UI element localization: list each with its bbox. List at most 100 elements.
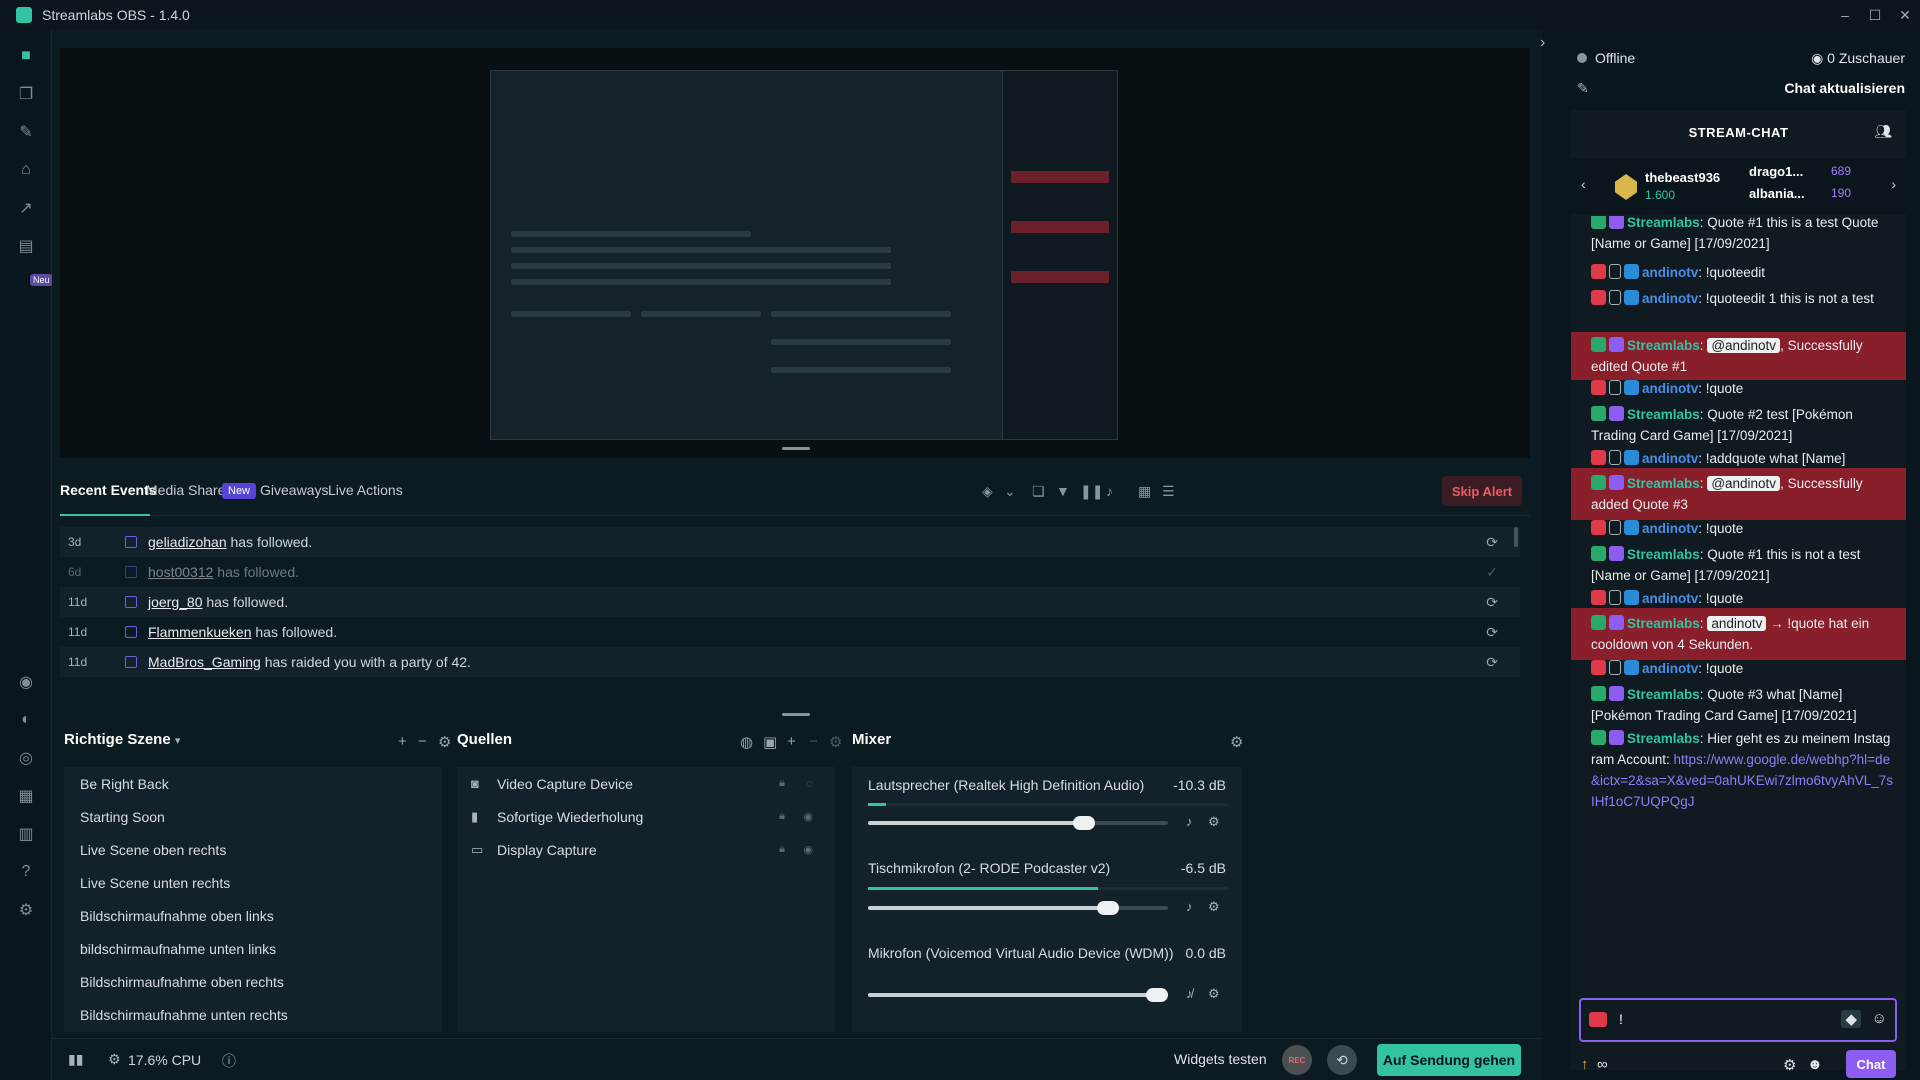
grid-icon[interactable]: ▦: [16, 786, 36, 806]
chat-input-field[interactable]: ! ◆ ☺: [1579, 998, 1897, 1042]
scene-item[interactable]: Starting Soon: [64, 800, 442, 833]
info-icon[interactable]: ⓘ: [222, 1051, 236, 1071]
chat-username[interactable]: Streamlabs: [1627, 731, 1700, 746]
scene-settings-icon[interactable]: ⚙: [438, 733, 451, 751]
volume-slider-knob[interactable]: [1073, 816, 1095, 830]
chevron-down-icon[interactable]: ⌄: [1004, 483, 1016, 500]
chat-username[interactable]: Streamlabs: [1627, 616, 1700, 631]
replay-buffer-button[interactable]: ⟲: [1327, 1045, 1357, 1075]
mixer-settings-icon[interactable]: ⚙: [1230, 733, 1243, 751]
source-settings-icon[interactable]: ⚙: [829, 733, 842, 751]
chat-mention[interactable]: @andinotv: [1707, 476, 1781, 491]
grid-view-icon[interactable]: ▦: [1138, 483, 1151, 500]
source-item[interactable]: ◙ Video Capture Device 🔒︎ ◌: [457, 767, 835, 800]
add-scene-icon[interactable]: +: [398, 733, 407, 750]
preview-resize-handle[interactable]: [782, 447, 810, 450]
source-group-icon[interactable]: ◍: [740, 733, 753, 751]
minimize-icon[interactable]: –: [1830, 0, 1860, 30]
scene-item[interactable]: Live Scene unten rechts: [64, 866, 442, 899]
scene-collection-dropdown[interactable]: Richtige Szene ▾: [64, 731, 180, 748]
folder-icon[interactable]: ▣: [763, 733, 777, 751]
dashboard-icon[interactable]: ◐: [16, 710, 36, 730]
cloudbot-diamond-icon[interactable]: ◆: [1841, 1010, 1861, 1028]
chat-username[interactable]: andinotv: [1642, 291, 1698, 306]
event-user-link[interactable]: MadBros_Gaming: [148, 654, 261, 670]
scene-item[interactable]: Bildschirmaufnahme oben rechts: [64, 965, 442, 998]
event-user-link[interactable]: host00312: [148, 564, 213, 580]
scene-item[interactable]: Be Right Back: [64, 767, 442, 800]
channel-settings-icon[interactable]: ⚙: [1208, 986, 1220, 1002]
volume-slider[interactable]: [868, 816, 1168, 830]
visibility-icon[interactable]: ◉: [803, 810, 813, 823]
chat-mention[interactable]: @andinotv: [1707, 338, 1781, 353]
scene-item[interactable]: Bildschirmaufnahme oben links: [64, 899, 442, 932]
volume-slider-knob[interactable]: [1097, 901, 1119, 915]
chat-username[interactable]: andinotv: [1642, 661, 1698, 676]
filter-icon[interactable]: ▼: [1056, 483, 1070, 499]
chat-username[interactable]: Streamlabs: [1627, 687, 1700, 702]
event-user-link[interactable]: geliadizohan: [148, 534, 227, 550]
channel-points-icon[interactable]: ↑: [1581, 1056, 1589, 1073]
analytics-chart-icon[interactable]: ↗: [16, 198, 36, 218]
checkmark-icon[interactable]: ✓: [1486, 564, 1498, 581]
lock-icon[interactable]: 🔒︎: [779, 843, 785, 856]
close-icon[interactable]: ✕: [1890, 0, 1920, 30]
panel-resize-handle[interactable]: [782, 713, 810, 716]
highlighter-icon[interactable]: ▤: [16, 236, 36, 256]
chat-username[interactable]: Streamlabs: [1627, 407, 1700, 422]
lock-icon[interactable]: 🔒︎: [779, 777, 785, 790]
chat-mention[interactable]: andinotv: [1707, 616, 1767, 631]
chevron-right-icon[interactable]: ›: [1891, 176, 1896, 192]
tab-live-actions[interactable]: Live Actions: [328, 482, 403, 498]
chat-username[interactable]: Streamlabs: [1627, 547, 1700, 562]
shield-icon[interactable]: ◈: [982, 483, 993, 500]
store-icon[interactable]: ⌂: [16, 160, 36, 180]
record-button[interactable]: REC: [1282, 1045, 1312, 1075]
settings-gear-icon[interactable]: ⚙: [16, 900, 36, 920]
visibility-icon[interactable]: ◉: [803, 843, 813, 856]
volume-icon[interactable]: ♪: [1106, 483, 1113, 499]
chat-settings-icon[interactable]: ⚙: [1783, 1056, 1796, 1074]
chat-username[interactable]: Streamlabs: [1627, 216, 1700, 230]
speaker-icon[interactable]: ♪: [1186, 814, 1193, 829]
tab-recent-events[interactable]: Recent Events: [60, 482, 156, 498]
performance-bars-icon[interactable]: ▮▮: [68, 1051, 83, 1068]
scene-item[interactable]: Bildschirmaufnahme unten rechts: [64, 998, 442, 1031]
emote-picker-icon[interactable]: ☻: [1807, 1056, 1823, 1073]
volume-slider-knob[interactable]: [1146, 988, 1168, 1002]
repeat-icon[interactable]: ⟳: [1486, 624, 1498, 641]
chat-username[interactable]: andinotv: [1642, 591, 1698, 606]
tab-media-share[interactable]: Media Share: [146, 482, 225, 498]
chat-username[interactable]: andinotv: [1642, 521, 1698, 536]
studio-mode-icon[interactable]: ▥: [16, 824, 36, 844]
remove-scene-icon[interactable]: −: [418, 733, 427, 750]
volume-slider[interactable]: [868, 901, 1168, 915]
chat-username[interactable]: Streamlabs: [1627, 476, 1700, 491]
prime-icon[interactable]: ◉: [16, 672, 36, 692]
skip-alert-button[interactable]: Skip Alert: [1442, 476, 1522, 506]
chat-username[interactable]: Streamlabs: [1627, 338, 1700, 353]
repeat-icon[interactable]: ⟳: [1486, 594, 1498, 611]
themes-brush-icon[interactable]: ✎: [16, 122, 36, 142]
muted-speaker-icon[interactable]: ♪̸: [1186, 986, 1193, 1001]
list-view-icon[interactable]: ☰: [1162, 483, 1175, 500]
scene-item[interactable]: bildschirmaufnahme unten links: [64, 932, 442, 965]
refresh-chat-button[interactable]: Chat aktualisieren: [1784, 80, 1905, 96]
editor-camera-icon[interactable]: ■: [16, 46, 36, 66]
lock-icon[interactable]: 🔒︎: [779, 810, 785, 823]
volume-slider[interactable]: [868, 988, 1168, 1002]
go-live-button[interactable]: Auf Sendung gehen: [1377, 1044, 1521, 1076]
collapse-chat-chevron-icon[interactable]: ›: [1540, 34, 1545, 52]
event-user-link[interactable]: joerg_80: [148, 594, 203, 610]
chat-username[interactable]: andinotv: [1642, 265, 1698, 280]
add-source-icon[interactable]: +: [787, 733, 796, 750]
channel-settings-icon[interactable]: ⚙: [1208, 899, 1220, 915]
pause-icon[interactable]: ❚❚: [1080, 483, 1103, 500]
visibility-icon[interactable]: ◌: [806, 778, 813, 790]
speaker-icon[interactable]: ♪: [1186, 899, 1193, 914]
chat-users-icon[interactable]: 👥︎: [1874, 123, 1892, 140]
repeat-icon[interactable]: ⟳: [1486, 654, 1498, 671]
scene-item[interactable]: Live Scene oben rechts: [64, 833, 442, 866]
test-widgets-button[interactable]: Widgets testen: [1174, 1051, 1267, 1067]
source-item[interactable]: ▮ Sofortige Wiederholung 🔒︎ ◉: [457, 800, 835, 833]
